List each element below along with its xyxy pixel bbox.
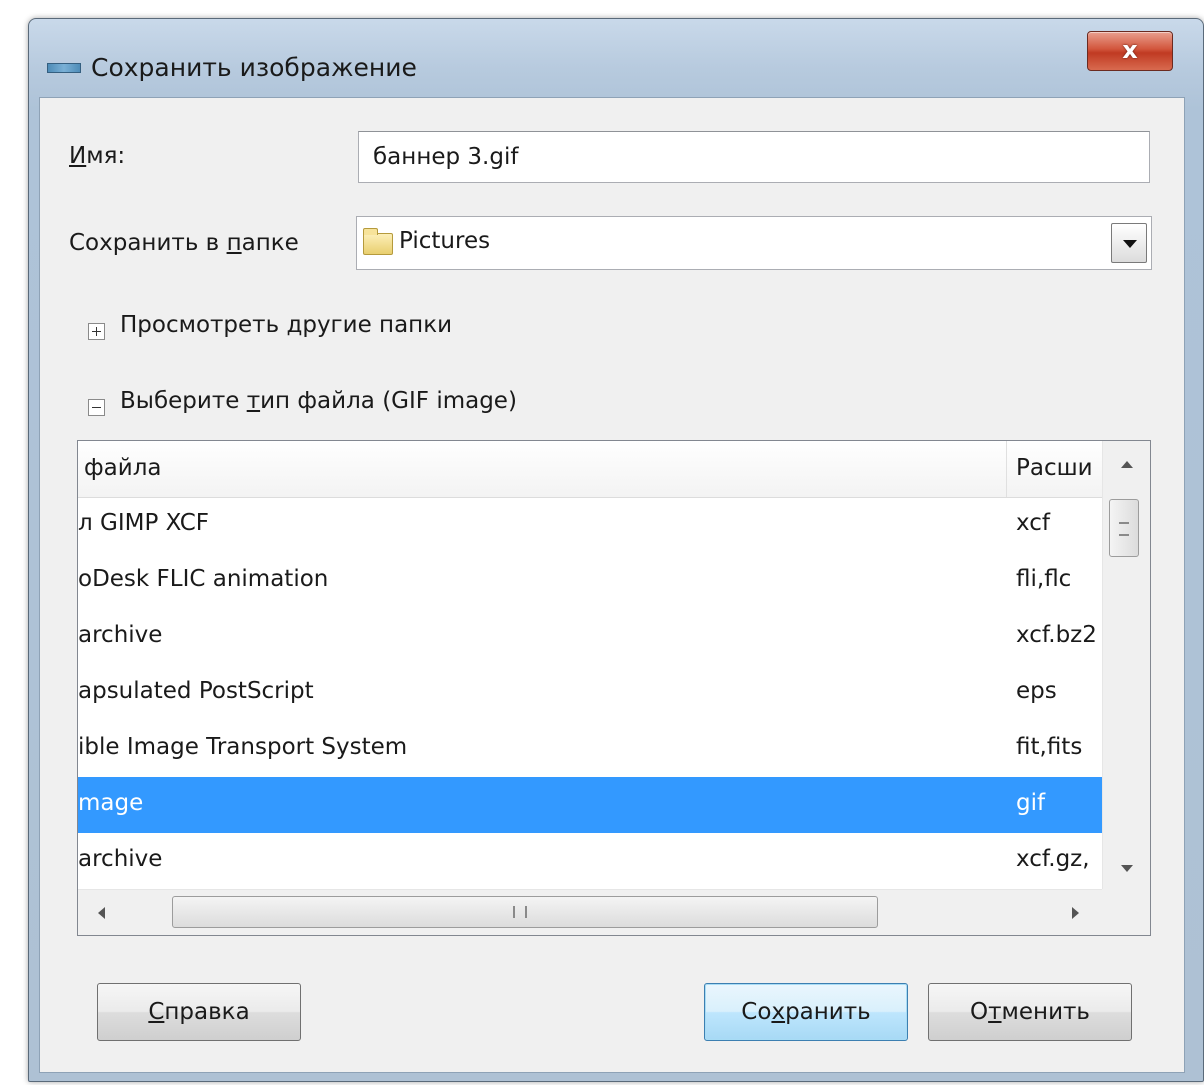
help-button[interactable]: Справка xyxy=(97,983,301,1041)
column-separator[interactable] xyxy=(1006,441,1007,497)
minus-icon[interactable] xyxy=(88,399,105,416)
close-button[interactable]: x xyxy=(1087,31,1173,71)
close-icon: x xyxy=(1122,36,1138,64)
file-type-extension: fit,fits xyxy=(1016,734,1083,760)
screen: Сохранить изображение x Имя: Сохранить в… xyxy=(0,0,1204,1085)
list-item[interactable]: oDesk FLIC animation fli,flc xyxy=(78,553,1102,609)
plus-icon[interactable] xyxy=(88,323,105,340)
file-type-extension: eps xyxy=(1016,678,1057,704)
combo-arrow-icon[interactable] xyxy=(1111,223,1147,263)
name-label: Имя: xyxy=(69,143,126,169)
window-title: Сохранить изображение xyxy=(91,53,417,82)
file-type-name: apsulated PostScript xyxy=(78,678,314,704)
horizontal-scroll-thumb[interactable] xyxy=(172,896,878,928)
file-type-extension: xcf.gz, xyxy=(1016,846,1090,872)
scroll-left-icon[interactable] xyxy=(98,907,105,919)
file-type-name: л GIMP XCF xyxy=(78,510,210,536)
file-type-name: ible Image Transport System xyxy=(78,734,408,760)
file-type-rows: л GIMP XCF xcf oDesk FLIC animation fli,… xyxy=(78,497,1102,889)
list-header: файла Расши xyxy=(78,441,1102,498)
app-icon xyxy=(47,63,81,73)
file-type-list[interactable]: файла Расши л GIMP XCF xcf oDesk FLIC an… xyxy=(77,440,1151,936)
save-in-folder-label: Сохранить в папке xyxy=(69,230,299,256)
title-bar[interactable]: Сохранить изображение x xyxy=(29,19,1203,89)
browse-other-folders-expander[interactable]: Просмотреть другие папки xyxy=(120,312,452,338)
vertical-scrollbar[interactable] xyxy=(1102,441,1150,889)
file-type-name: archive xyxy=(78,846,163,872)
scroll-up-icon[interactable] xyxy=(1121,461,1133,468)
cancel-button[interactable]: Отменить xyxy=(928,983,1132,1041)
list-item[interactable]: apsulated PostScript eps xyxy=(78,665,1102,721)
list-item[interactable]: archive xcf.bz2 xyxy=(78,609,1102,665)
scrollbar-corner xyxy=(1102,889,1150,935)
list-item[interactable]: archive xcf.gz, xyxy=(78,833,1102,889)
file-type-expander[interactable]: Выберите тип файла (GIF image) xyxy=(120,388,517,414)
file-type-name: archive xyxy=(78,622,163,648)
vertical-scroll-thumb[interactable] xyxy=(1109,499,1139,557)
list-item[interactable]: л GIMP XCF xcf xyxy=(78,497,1102,553)
dialog-body: Имя: Сохранить в папке Pictures Просмотр… xyxy=(39,97,1185,1073)
file-type-name: oDesk FLIC animation xyxy=(78,566,329,592)
save-image-dialog: Сохранить изображение x Имя: Сохранить в… xyxy=(28,18,1204,1082)
save-button[interactable]: Сохранить xyxy=(704,983,908,1041)
file-type-extension: gif xyxy=(1016,790,1046,816)
file-name-input[interactable] xyxy=(358,131,1150,183)
folder-value: Pictures xyxy=(399,228,491,254)
column-header-file-type[interactable]: файла xyxy=(84,455,162,481)
file-type-extension: xcf.bz2 xyxy=(1016,622,1097,648)
file-type-extension: fli,flc xyxy=(1016,566,1072,592)
folder-select[interactable]: Pictures xyxy=(356,216,1152,270)
column-header-extension[interactable]: Расши xyxy=(1016,455,1102,481)
scroll-down-icon[interactable] xyxy=(1121,865,1133,872)
file-type-name: mage xyxy=(78,790,144,816)
list-item[interactable]: ible Image Transport System fit,fits xyxy=(78,721,1102,777)
file-type-extension: xcf xyxy=(1016,510,1050,536)
horizontal-scrollbar[interactable] xyxy=(78,889,1102,935)
folder-icon xyxy=(363,228,393,255)
scroll-right-icon[interactable] xyxy=(1072,907,1079,919)
list-item-selected[interactable]: mage gif xyxy=(78,777,1102,833)
